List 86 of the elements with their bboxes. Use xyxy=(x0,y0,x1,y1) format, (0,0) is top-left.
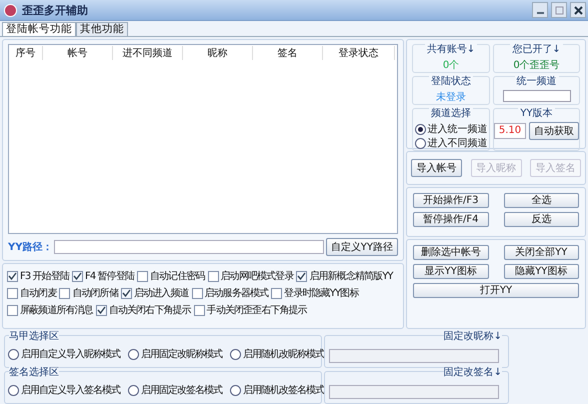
checkbox-label: 自动记住密码 xyxy=(150,270,205,283)
group-label: 您已开了↓ xyxy=(510,42,563,56)
checkbox-label: 屏蔽频道所有消息 xyxy=(20,304,93,317)
path-field[interactable] xyxy=(54,240,324,254)
checkbox-label: 登录时隐藏YY图标 xyxy=(284,286,358,300)
app-logo-icon xyxy=(4,4,17,16)
checkbox-label: 启动服务器模式 xyxy=(204,286,268,300)
close-icon xyxy=(574,6,582,14)
group-label: 签名选择区 xyxy=(9,365,59,379)
login-status: 未登录 xyxy=(436,90,466,104)
group-label: YY版本 xyxy=(518,106,555,120)
radio-label: 进入统一频道 xyxy=(428,122,488,136)
column-header[interactable]: 登录状态 xyxy=(323,46,395,60)
column-header[interactable]: 进不同频道 xyxy=(113,46,183,60)
close-button[interactable] xyxy=(570,2,586,18)
action-button[interactable]: 暂停操作/F4 xyxy=(413,212,488,227)
action-button[interactable]: 反选 xyxy=(504,212,579,227)
checkbox-label: 自动关闭右下角提示 xyxy=(108,304,191,317)
checkbox[interactable] xyxy=(72,270,83,282)
minimize-icon xyxy=(536,12,544,14)
checkbox-label: 启用新概念精简版YY xyxy=(309,270,393,283)
radio-button[interactable] xyxy=(230,348,241,360)
text-field[interactable] xyxy=(329,385,499,399)
radio-label: 启用固定改签名模式 xyxy=(141,384,222,397)
radio-button[interactable] xyxy=(414,138,426,148)
group-label: 固定改昵称↓ xyxy=(444,329,502,343)
group-label: 频道选择 xyxy=(429,106,473,120)
tab[interactable]: 其他功能 xyxy=(76,22,128,36)
group-label: 登陆状态 xyxy=(429,74,473,88)
action-button[interactable]: 开始操作/F3 xyxy=(413,193,488,208)
checkbox-label: F3 开始登陆 xyxy=(20,270,69,283)
action-button[interactable]: 删除选中帐号 xyxy=(413,245,488,260)
action-button[interactable]: 关闭全部YY xyxy=(504,245,579,260)
path-label: YY路径： xyxy=(8,240,52,254)
tab[interactable]: 登陆帐号功能 xyxy=(2,22,76,36)
radio-label: 启用自定义导入昵称模式 xyxy=(21,348,120,361)
checkbox[interactable] xyxy=(194,304,205,316)
group-label: 马甲选择区 xyxy=(9,329,59,343)
radio-button[interactable] xyxy=(8,348,19,360)
checkbox[interactable] xyxy=(296,270,308,282)
text-field[interactable] xyxy=(329,349,499,363)
checkbox[interactable] xyxy=(208,270,219,282)
checkbox-label: 自动闭麦 xyxy=(20,286,56,300)
radio-label: 启用自定义导入签名模式 xyxy=(21,384,120,397)
checkbox[interactable] xyxy=(7,270,18,282)
checkbox[interactable] xyxy=(7,304,18,316)
group-label: 共有账号↓ xyxy=(424,42,478,56)
radio-button[interactable] xyxy=(230,384,241,396)
checkbox-label: F4 暂停登陆 xyxy=(85,270,134,283)
checkbox-label: 启动网吧模式登录 xyxy=(220,270,294,283)
column-header[interactable]: 序号 xyxy=(9,46,43,60)
import-button[interactable]: 导入帐号 xyxy=(411,159,462,177)
account-count: 0个 xyxy=(442,59,460,72)
checkbox-label: 手动关闭歪歪右下角提示 xyxy=(206,304,307,317)
column-header[interactable]: 签名 xyxy=(253,46,323,60)
checkbox-label: 启动进入频道 xyxy=(134,286,189,300)
checkbox[interactable] xyxy=(59,288,70,298)
checkbox[interactable] xyxy=(137,270,148,282)
radio-button[interactable] xyxy=(414,124,426,134)
action-button[interactable]: 打开YY xyxy=(413,283,579,298)
action-button[interactable]: 隐藏YY图标 xyxy=(504,264,579,279)
column-header[interactable]: 昵称 xyxy=(183,46,253,60)
column-header[interactable]: 帐号 xyxy=(43,46,113,60)
checkbox[interactable] xyxy=(7,288,18,298)
action-button[interactable]: 显示YY图标 xyxy=(413,264,488,279)
checkbox[interactable] xyxy=(96,304,107,316)
radio-button[interactable] xyxy=(8,384,19,396)
checkbox-label: 自动闭所储 xyxy=(72,286,118,300)
checkbox[interactable] xyxy=(271,288,282,298)
auto-detect-button[interactable]: 自动获取 xyxy=(529,122,579,140)
action-button[interactable]: 全选 xyxy=(504,193,579,208)
radio-button[interactable] xyxy=(128,348,139,360)
radio-label: 启用固定改昵称模式 xyxy=(141,348,222,361)
radio-label: 进入不同频道 xyxy=(428,136,488,150)
checkbox[interactable] xyxy=(120,288,132,298)
channel-field[interactable] xyxy=(502,90,570,102)
custom-path-button[interactable]: 自定义YY路径 xyxy=(326,238,398,256)
window-title: 歪歪多开辅助 xyxy=(22,2,88,18)
opened-count: 0个歪歪号 xyxy=(513,59,560,72)
group-label: 固定改签名↓ xyxy=(444,365,502,379)
version-field[interactable]: 5.10 xyxy=(494,123,526,139)
radio-button[interactable] xyxy=(128,384,139,396)
maximize-icon xyxy=(554,6,564,14)
checkbox[interactable] xyxy=(192,288,203,298)
minimize-button[interactable] xyxy=(532,2,548,18)
group-label: 统一频道 xyxy=(514,74,558,88)
